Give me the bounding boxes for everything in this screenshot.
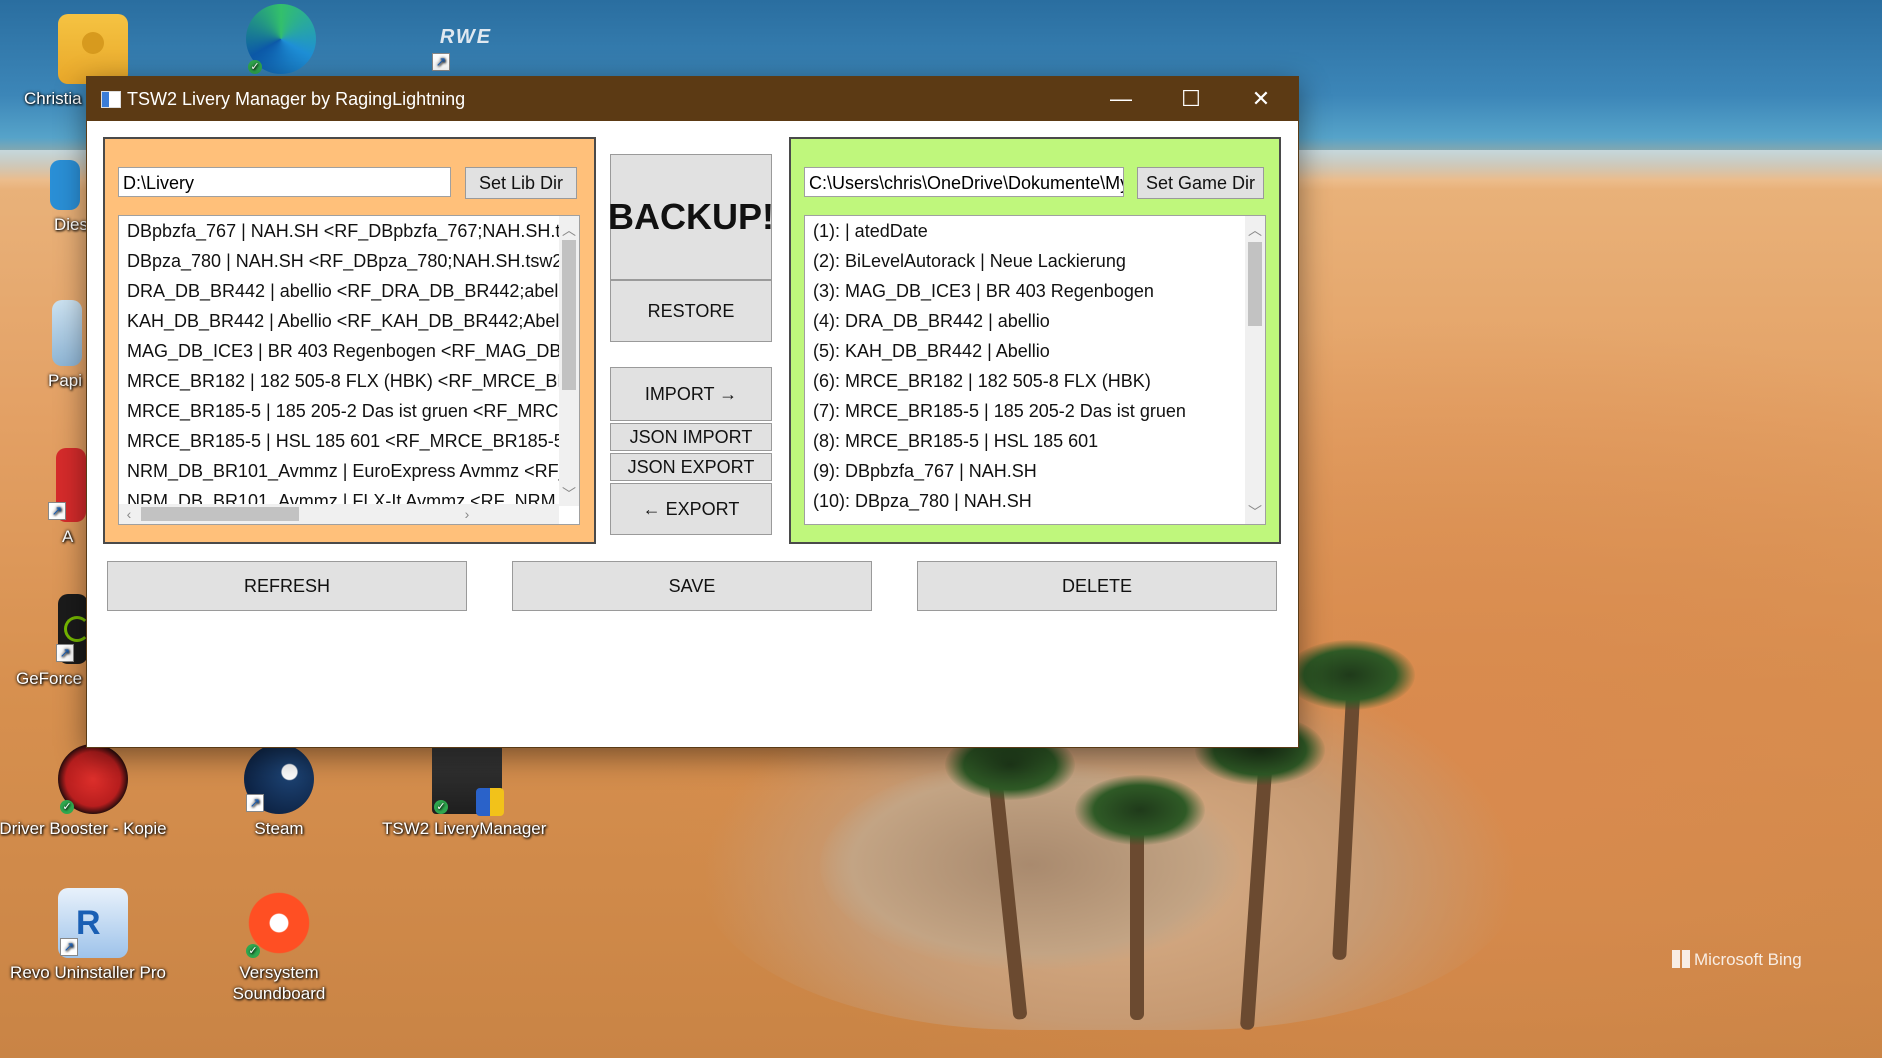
library-vertical-scrollbar[interactable]: ︿ ﹀ — [559, 216, 579, 506]
uac-shield-icon — [476, 788, 504, 816]
soundboard-icon: ✓ — [244, 888, 314, 958]
list-item[interactable]: (6): MRCE_BR182 | 182 505-8 FLX (HBK) — [805, 366, 1245, 396]
sync-check-icon: ✓ — [248, 60, 262, 74]
list-item[interactable]: MRCE_BR182 | 182 505-8 FLX (HBK) <RF_MRC… — [119, 366, 559, 396]
scroll-up-arrow-icon[interactable]: ︿ — [559, 220, 579, 240]
library-dir-input[interactable]: D:\Livery — [118, 167, 451, 197]
steam-icon: ↗ — [244, 744, 314, 814]
list-item[interactable]: NRM_DB_BR101_Avmmz | EuroExpress Avmmz <… — [119, 456, 559, 486]
scroll-thumb[interactable] — [562, 240, 576, 390]
shortcut-arrow-icon: ↗ — [432, 53, 450, 71]
library-panel: D:\Livery Set Lib Dir DBpbzfa_767 | NAH.… — [103, 137, 596, 544]
recycle-bin-icon — [52, 300, 82, 366]
list-item[interactable]: (1): | atedDate — [805, 216, 1245, 246]
sync-check-icon: ✓ — [246, 944, 260, 958]
window-title: TSW2 Livery Manager by RagingLightning — [127, 89, 466, 109]
app-icon — [50, 160, 80, 210]
title-bar[interactable]: TSW2 Livery Manager by RagingLightning —… — [87, 77, 1298, 121]
app-icon: ↗ — [48, 448, 86, 522]
scroll-down-arrow-icon[interactable]: ﹀ — [1245, 502, 1265, 522]
list-item[interactable]: MAG_DB_ICE3 | BR 403 Regenbogen <RF_MAG_… — [119, 336, 559, 366]
nvidia-icon: ↗ — [56, 594, 90, 664]
json-import-button[interactable]: JSON IMPORT — [610, 423, 772, 451]
desktop-icon-rwe[interactable]: RWE ↗ — [396, 26, 536, 71]
import-button[interactable]: IMPORT → — [610, 367, 772, 421]
palm-crown — [1285, 640, 1415, 710]
list-item[interactable]: (5): KAH_DB_BR442 | Abellio — [805, 336, 1245, 366]
rwe-logo-text: RWE — [439, 26, 493, 48]
sync-check-icon: ✓ — [434, 800, 448, 814]
list-item[interactable]: KAH_DB_BR442 | Abellio <RF_KAH_DB_BR442;… — [119, 306, 559, 336]
train-icon: ✓ — [432, 744, 504, 816]
restore-button[interactable]: RESTORE — [610, 280, 772, 342]
minimize-button[interactable]: — — [1086, 77, 1156, 121]
refresh-button[interactable]: REFRESH — [107, 561, 467, 611]
edge-icon: ✓ — [246, 4, 316, 74]
desktop-icon-revo-uninstaller[interactable]: R ↗ Revo Uninstaller Pro — [10, 888, 168, 983]
desktop-icon-steam[interactable]: ↗ Steam — [204, 744, 354, 839]
scroll-down-arrow-icon[interactable]: ﹀ — [559, 484, 579, 504]
delete-button[interactable]: DELETE — [917, 561, 1277, 611]
scroll-thumb[interactable] — [141, 507, 299, 521]
list-item[interactable]: (9): DBpbzfa_767 | NAH.SH — [805, 456, 1245, 486]
list-item[interactable]: DRA_DB_BR442 | abellio <RF_DRA_DB_BR442;… — [119, 276, 559, 306]
desktop-icon-soundboard[interactable]: ✓ Versystem Soundboard — [204, 888, 354, 1004]
export-button[interactable]: ← EXPORT — [610, 483, 772, 535]
backup-button[interactable]: BACKUP! — [608, 154, 774, 280]
driver-booster-icon: ✓ — [58, 744, 128, 814]
shortcut-arrow-icon: ↗ — [48, 502, 66, 520]
app-window: TSW2 Livery Manager by RagingLightning —… — [86, 76, 1299, 748]
desktop-icon-label: Revo Uninstaller Pro — [10, 963, 166, 982]
list-item[interactable]: (8): MRCE_BR185-5 | HSL 185 601 — [805, 426, 1245, 456]
shortcut-arrow-icon: ↗ — [246, 794, 264, 812]
desktop-icon-label: TSW2 LiveryManager — [382, 819, 547, 838]
maximize-button[interactable]: ☐ — [1156, 77, 1226, 121]
save-button[interactable]: SAVE — [512, 561, 872, 611]
list-item[interactable]: MRCE_BR185-5 | HSL 185 601 <RF_MRCE_BR18… — [119, 426, 559, 456]
list-item[interactable]: (7): MRCE_BR185-5 | 185 205-2 Das ist gr… — [805, 396, 1245, 426]
desktop-icon-label: Steam — [254, 819, 304, 838]
game-vertical-scrollbar[interactable]: ︿ ﹀ — [1245, 216, 1265, 524]
sync-check-icon: ✓ — [60, 800, 74, 814]
microsoft-logo-icon — [1672, 950, 1690, 968]
library-horizontal-scrollbar[interactable]: ‹ › — [119, 504, 559, 524]
scroll-left-arrow-icon[interactable]: ‹ — [119, 504, 139, 524]
shortcut-arrow-icon: ↗ — [56, 644, 74, 662]
folder-icon — [58, 14, 128, 84]
scroll-thumb[interactable] — [1248, 242, 1262, 326]
set-lib-dir-button[interactable]: Set Lib Dir — [465, 167, 577, 199]
shortcut-arrow-icon: ↗ — [60, 938, 78, 956]
list-item[interactable]: MRCE_BR185-5 | 185 205-2 Das ist gruen <… — [119, 396, 559, 426]
list-item[interactable]: DBpza_780 | NAH.SH <RF_DBpza_780;NAH.SH.… — [119, 246, 559, 276]
game-list[interactable]: (1): | atedDate (2): BiLevelAutorack | Ne… — [804, 215, 1266, 525]
scroll-up-arrow-icon[interactable]: ︿ — [1245, 220, 1265, 240]
library-list[interactable]: DBpbzfa_767 | NAH.SH <RF_DBpbzfa_767;NAH… — [118, 215, 580, 525]
desktop-icon-label: Driver Booster - Kopie — [0, 819, 167, 838]
palm-crown — [1075, 775, 1205, 845]
json-export-button[interactable]: JSON EXPORT — [610, 453, 772, 481]
desktop-icon-label: Versystem Soundboard — [232, 963, 326, 1003]
game-dir-input[interactable]: C:\Users\chris\OneDrive\Dokumente\My Gam… — [804, 167, 1124, 197]
list-item[interactable]: DBpbzfa_767 | NAH.SH <RF_DBpbzfa_767;NAH… — [119, 216, 559, 246]
app-window-icon — [101, 91, 121, 108]
list-item[interactable]: (3): MAG_DB_ICE3 | BR 403 Regenbogen — [805, 276, 1245, 306]
bing-watermark: Microsoft Bing — [1672, 950, 1802, 970]
list-item[interactable]: (4): DRA_DB_BR442 | abellio — [805, 306, 1245, 336]
revo-uninstaller-icon: R ↗ — [58, 888, 128, 958]
desktop-icon-tsw2-livery-manager[interactable]: ✓ TSW2 LiveryManager — [382, 744, 546, 839]
scroll-right-arrow-icon[interactable]: › — [457, 504, 477, 524]
desktop-icon-driver-booster[interactable]: ✓ Driver Booster - Kopie — [0, 744, 168, 839]
watermark-text: Microsoft Bing — [1694, 950, 1802, 969]
list-item[interactable]: (10): DBpza_780 | NAH.SH — [805, 486, 1245, 516]
desktop-icon-edge[interactable]: ✓ — [206, 4, 356, 78]
set-game-dir-button[interactable]: Set Game Dir — [1137, 167, 1264, 199]
game-panel: C:\Users\chris\OneDrive\Dokumente\My Gam… — [789, 137, 1281, 544]
close-button[interactable]: ✕ — [1226, 77, 1296, 121]
list-item[interactable]: (2): BiLevelAutorack | Neue Lackierung — [805, 246, 1245, 276]
